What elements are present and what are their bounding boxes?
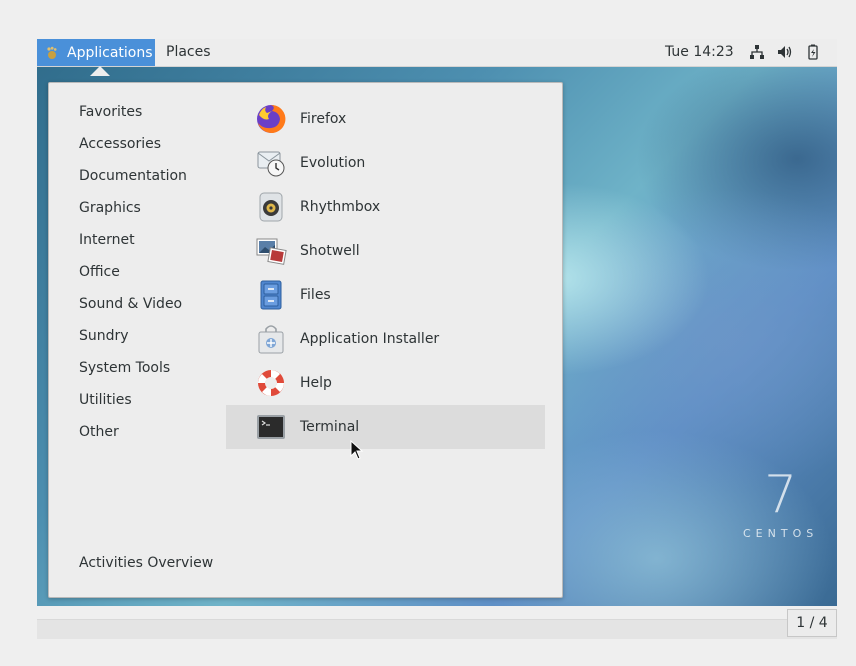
logo-number: 7 <box>764 465 798 525</box>
application-installer-icon <box>258 325 284 354</box>
category-sundry[interactable]: Sundry <box>79 325 187 357</box>
app-application-installer[interactable]: Application Installer <box>226 317 545 361</box>
app-label: Firefox <box>300 111 347 127</box>
category-graphics[interactable]: Graphics <box>79 197 187 229</box>
battery-icon[interactable] <box>805 44 821 60</box>
category-sound-video[interactable]: Sound & Video <box>79 293 187 325</box>
top-bar: Applications Places Tue 14:23 <box>37 39 837 76</box>
category-list: Favorites Accessories Documentation Grap… <box>79 101 187 453</box>
app-rhythmbox[interactable]: Rhythmbox <box>226 185 545 229</box>
app-terminal[interactable]: Terminal <box>226 405 545 449</box>
menu-pointer <box>90 66 110 76</box>
applications-menu-button[interactable]: Applications <box>37 39 155 66</box>
category-documentation[interactable]: Documentation <box>79 165 187 197</box>
terminal-icon <box>257 415 285 439</box>
mouse-cursor-icon <box>350 440 364 460</box>
category-favorites[interactable]: Favorites <box>79 101 187 133</box>
app-label: Files <box>300 287 331 303</box>
app-evolution[interactable]: Evolution <box>226 141 545 185</box>
category-accessories[interactable]: Accessories <box>79 133 187 165</box>
app-files[interactable]: Files <box>226 273 545 317</box>
help-icon <box>258 370 284 396</box>
category-system-tools[interactable]: System Tools <box>79 357 187 389</box>
logo-word: CENTOS <box>743 527 819 540</box>
centos-logo: 7 CENTOS <box>743 469 818 540</box>
category-internet[interactable]: Internet <box>79 229 187 261</box>
category-utilities[interactable]: Utilities <box>79 389 187 421</box>
system-tray[interactable] <box>749 44 821 60</box>
volume-icon[interactable] <box>777 44 793 60</box>
app-label: Rhythmbox <box>300 199 381 215</box>
network-icon[interactable] <box>749 44 765 60</box>
app-label: Shotwell <box>300 243 360 259</box>
firefox-icon <box>257 104 286 133</box>
app-list: Firefox Evolution Rhythmbox Shotwell Fil… <box>226 97 545 449</box>
evolution-icon <box>257 151 285 177</box>
activities-overview-link[interactable]: Activities Overview <box>79 555 213 571</box>
app-shotwell[interactable]: Shotwell <box>226 229 545 273</box>
files-icon <box>260 280 282 310</box>
screen-frame: 7 CENTOS Applications Places Tue 14:23 F… <box>37 39 837 606</box>
workspace-switcher[interactable]: 1 / 4 <box>787 609 837 637</box>
applications-menu: Favorites Accessories Documentation Grap… <box>48 82 563 598</box>
app-label: Terminal <box>300 419 360 435</box>
shotwell-icon <box>256 238 287 265</box>
app-help[interactable]: Help <box>226 361 545 405</box>
app-firefox[interactable]: Firefox <box>226 97 545 141</box>
app-label: Application Installer <box>300 331 440 347</box>
bottom-panel <box>37 619 837 639</box>
places-menu-button[interactable]: Places <box>166 44 211 60</box>
gnome-foot-icon <box>47 46 57 59</box>
category-other[interactable]: Other <box>79 421 187 453</box>
app-label: Help <box>300 375 332 391</box>
app-label: Evolution <box>300 155 366 171</box>
clock[interactable]: Tue 14:23 <box>665 44 734 60</box>
category-office[interactable]: Office <box>79 261 187 293</box>
applications-label: Applications <box>67 44 153 61</box>
rhythmbox-icon <box>259 192 283 222</box>
